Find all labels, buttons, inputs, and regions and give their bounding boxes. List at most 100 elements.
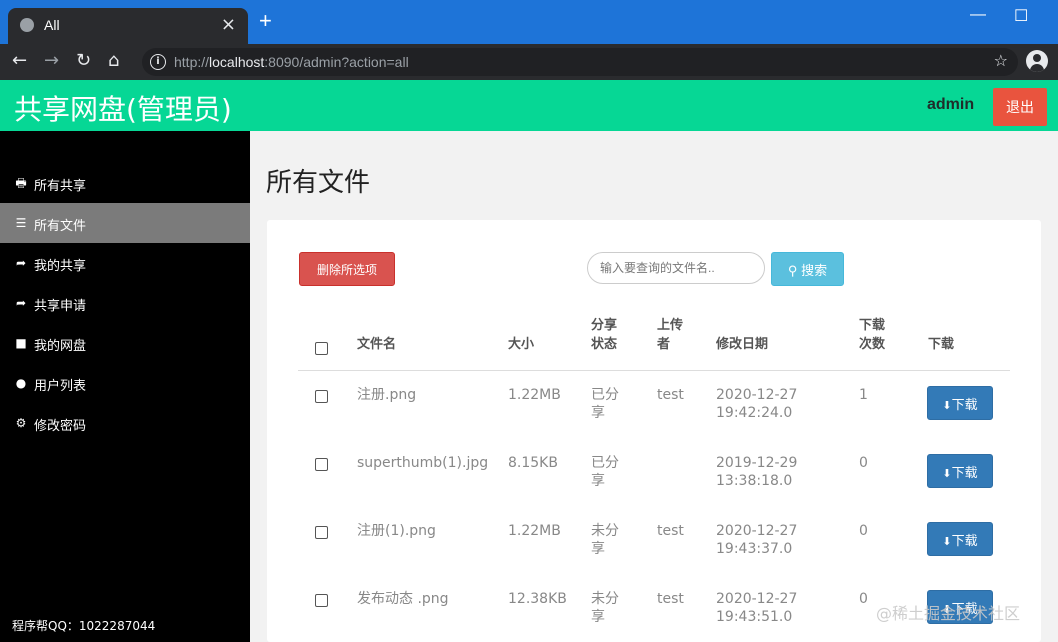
delete-selected-button[interactable]: 删除所选项 [299, 252, 395, 286]
modified-date: 2020-12-27 19:42:24.0 [716, 386, 797, 422]
row-checkbox[interactable] [315, 458, 328, 471]
gear-icon: ⚙ [15, 416, 27, 430]
sidebar-item-change-password[interactable]: ⚙ 修改密码 [0, 403, 250, 443]
row-checkbox[interactable] [315, 390, 328, 403]
share-status-line2: 享 [591, 541, 605, 557]
search-label: 搜索 [801, 262, 828, 278]
maximize-icon[interactable]: ☐ [1014, 6, 1028, 26]
home-icon[interactable]: ⌂ [108, 50, 119, 71]
share-status: 未分 享 [591, 590, 619, 626]
share-status: 已分 享 [591, 454, 619, 490]
share-icon: ➦ [15, 256, 27, 270]
share-status: 未分 享 [591, 522, 619, 558]
col-name: 文件名 [357, 337, 397, 352]
sidebar-item-label: 所有文件 [34, 219, 87, 234]
file-name: 注册.png [357, 387, 417, 403]
download-icon: ⬇ [942, 467, 952, 480]
col-download: 下载 [928, 337, 955, 352]
info-icon[interactable]: i [150, 54, 166, 70]
url-prefix: http:// [174, 54, 210, 70]
share-status-line1: 已分 [591, 455, 619, 471]
date-line1: 2020-12-27 [716, 523, 798, 539]
sidebar-item-label: 所有共享 [34, 179, 87, 194]
url-host: localhost [209, 54, 265, 70]
file-name: 注册(1).png [357, 523, 436, 539]
search-icon: ⚲ [787, 262, 798, 278]
col-count-line1: 下载 [859, 318, 886, 333]
download-count: 0 [859, 523, 868, 539]
search-button[interactable]: ⚲ 搜索 [771, 252, 844, 286]
browser-titlebar: All × + — ☐ [0, 0, 1058, 44]
address-bar[interactable]: i http://localhost:8090/admin?action=all… [142, 48, 1018, 76]
date-line1: 2020-12-27 [716, 591, 798, 607]
file-size: 8.15KB [508, 455, 558, 471]
sidebar-item-my-disk[interactable]: ■ 我的网盘 [0, 323, 250, 363]
sidebar-item-label: 共享申请 [34, 299, 87, 314]
user-icon: ● [15, 376, 27, 390]
share-status-line1: 未分 [591, 591, 619, 607]
share-status-line2: 享 [591, 473, 605, 489]
tab-title: All [44, 17, 60, 33]
file-name: 发布动态 .png [357, 591, 449, 607]
search-input[interactable] [587, 252, 765, 284]
download-count: 0 [859, 591, 868, 607]
col-size: 大小 [508, 337, 535, 352]
browser-tab[interactable]: All × [8, 8, 248, 44]
reload-icon[interactable]: ↻ [76, 50, 91, 71]
back-icon[interactable]: ← [12, 50, 27, 71]
modified-date: 2020-12-27 19:43:51.0 [716, 590, 797, 626]
profile-avatar-icon[interactable] [1026, 50, 1048, 72]
logout-button[interactable]: 退出 [993, 88, 1047, 126]
row-checkbox[interactable] [315, 594, 328, 607]
minimize-icon[interactable]: — [970, 6, 986, 24]
download-label: 下载 [951, 532, 978, 548]
sidebar-item-my-shares[interactable]: ➦ 我的共享 [0, 243, 250, 283]
uploader: test [657, 523, 684, 539]
col-count-line2: 次数 [859, 337, 886, 352]
download-button[interactable]: ⬇下载 [927, 454, 993, 488]
globe-icon [20, 18, 34, 32]
sidebar: 🖶 所有共享 ☰ 所有文件 ➦ 我的共享 ➦ 共享申请 ■ 我的网盘 ● 用户列… [0, 131, 250, 642]
share-status-line2: 享 [591, 609, 605, 625]
sidebar-item-user-list[interactable]: ● 用户列表 [0, 363, 250, 403]
date-line1: 2020-12-27 [716, 387, 798, 403]
file-name: superthumb(1).jpg [357, 455, 489, 471]
download-button[interactable]: ⬇下载 [927, 522, 993, 556]
watermark: @稀土掘金技术社区 [876, 604, 1021, 623]
col-uploader-line2: 者 [657, 337, 671, 352]
uploader: test [657, 387, 684, 403]
download-button[interactable]: ⬇下载 [927, 386, 993, 420]
forward-icon[interactable]: → [44, 50, 59, 71]
share-status-line2: 享 [591, 405, 605, 421]
bookmark-star-icon[interactable]: ☆ [994, 51, 1008, 70]
col-download-count: 下载 次数 [859, 316, 885, 354]
col-share-line2: 状态 [591, 337, 618, 352]
select-all-checkbox[interactable] [315, 342, 328, 355]
col-uploader-line1: 上传 [657, 318, 684, 333]
sidebar-footer: 程序帮QQ：1022287044 [12, 619, 156, 633]
download-icon: ⬇ [942, 535, 952, 548]
new-tab-button[interactable]: + [259, 10, 272, 32]
sidebar-item-label: 我的共享 [34, 259, 87, 274]
date-line2: 19:43:37.0 [716, 541, 793, 557]
app-title: 共享网盘(管理员) [14, 93, 232, 126]
modified-date: 2020-12-27 19:43:37.0 [716, 522, 797, 558]
folder-icon: ■ [15, 336, 27, 350]
download-label: 下载 [951, 464, 978, 480]
modified-date: 2019-12-29 13:38:18.0 [716, 454, 797, 490]
close-tab-icon[interactable]: × [221, 14, 236, 35]
url-text[interactable]: http://localhost:8090/admin?action=all [174, 54, 409, 70]
date-line2: 19:42:24.0 [716, 405, 793, 421]
sidebar-item-label: 用户列表 [34, 379, 87, 394]
sidebar-item-all-shares[interactable]: 🖶 所有共享 [0, 163, 250, 203]
download-count: 1 [859, 387, 868, 403]
share-status-line1: 已分 [591, 387, 619, 403]
download-label: 下载 [951, 396, 978, 412]
sidebar-item-label: 修改密码 [34, 419, 87, 434]
files-panel: 删除所选项 ⚲ 搜索 文件名 大小 分享 状态 上传 者 修改日期 下载 次数 … [267, 220, 1041, 642]
list-icon: ☰ [15, 216, 27, 230]
row-checkbox[interactable] [315, 526, 328, 539]
date-line2: 13:38:18.0 [716, 473, 793, 489]
sidebar-item-share-requests[interactable]: ➦ 共享申请 [0, 283, 250, 323]
sidebar-item-all-files[interactable]: ☰ 所有文件 [0, 203, 250, 243]
